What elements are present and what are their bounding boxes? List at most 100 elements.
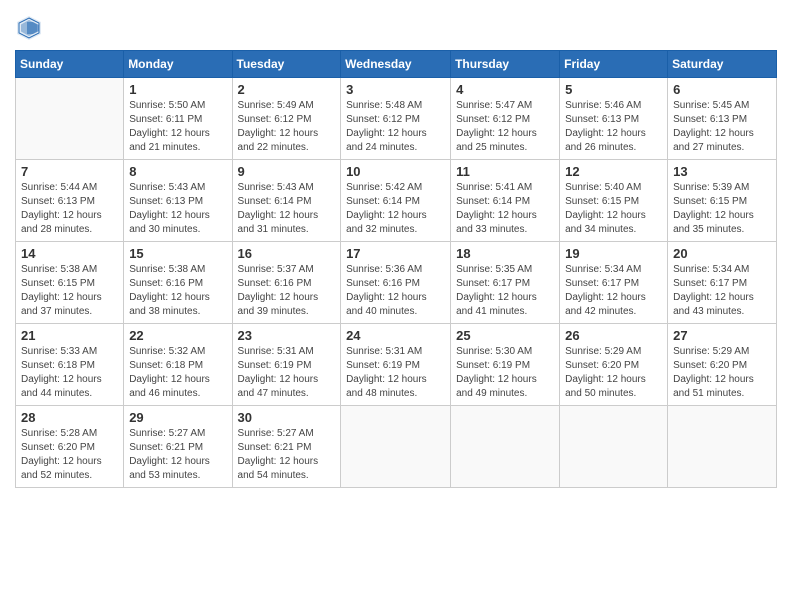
calendar-cell: 22Sunrise: 5:32 AMSunset: 6:18 PMDayligh… <box>124 324 232 406</box>
sunrise-text: Sunrise: 5:43 AM <box>129 181 226 195</box>
calendar-cell <box>341 406 451 488</box>
calendar-cell: 17Sunrise: 5:36 AMSunset: 6:16 PMDayligh… <box>341 242 451 324</box>
sunrise-text: Sunrise: 5:44 AM <box>21 181 118 195</box>
daylight-text: Daylight: 12 hours and 26 minutes. <box>565 127 662 155</box>
cell-info: Sunrise: 5:48 AMSunset: 6:12 PMDaylight:… <box>346 99 445 155</box>
sunrise-text: Sunrise: 5:42 AM <box>346 181 445 195</box>
sunrise-text: Sunrise: 5:45 AM <box>673 99 771 113</box>
daylight-text: Daylight: 12 hours and 33 minutes. <box>456 209 554 237</box>
calendar-cell: 5Sunrise: 5:46 AMSunset: 6:13 PMDaylight… <box>560 78 668 160</box>
day-number: 21 <box>21 328 118 343</box>
header-saturday: Saturday <box>668 51 777 78</box>
calendar: SundayMondayTuesdayWednesdayThursdayFrid… <box>15 50 777 488</box>
calendar-cell: 26 Sunrise: 5:29 AMSunset: 6:20 PMDayligh… <box>560 324 668 406</box>
daylight-text: Daylight: 12 hours and 35 minutes. <box>673 209 771 237</box>
sunset-text: Sunset: 6:17 PM <box>673 277 771 291</box>
day-number: 23 <box>238 328 336 343</box>
day-number: 5 <box>565 82 662 97</box>
daylight-text: Daylight: 12 hours and 54 minutes. <box>238 455 336 483</box>
sunset-text: Sunset: 6:15 PM <box>565 195 662 209</box>
day-number: 26 <box>565 328 662 343</box>
cell-info: Sunrise: 5:30 AMSunset: 6:19 PMDaylight:… <box>456 345 554 401</box>
calendar-cell: 28Sunrise: 5:28 AMSunset: 6:20 PMDayligh… <box>16 406 124 488</box>
day-number: 18 <box>456 246 554 261</box>
sunset-text: Sunset: 6:19 PM <box>456 359 554 373</box>
sunrise-text: Sunrise: 5:35 AM <box>456 263 554 277</box>
sunrise-text: Sunrise: 5:29 AM <box>565 345 662 359</box>
header-monday: Monday <box>124 51 232 78</box>
cell-info: Sunrise: 5:38 AMSunset: 6:16 PMDaylight:… <box>129 263 226 319</box>
daylight-text: Daylight: 12 hours and 49 minutes. <box>456 373 554 401</box>
calendar-cell: 4Sunrise: 5:47 AMSunset: 6:12 PMDaylight… <box>451 78 560 160</box>
daylight-text: Daylight: 12 hours and 39 minutes. <box>238 291 336 319</box>
calendar-cell <box>451 406 560 488</box>
sunset-text: Sunset: 6:12 PM <box>456 113 554 127</box>
daylight-text: Daylight: 12 hours and 27 minutes. <box>673 127 771 155</box>
daylight-text: Daylight: 12 hours and 51 minutes. <box>673 373 771 401</box>
day-number: 6 <box>673 82 771 97</box>
day-number: 12 <box>565 164 662 179</box>
sunrise-text: Sunrise: 5:30 AM <box>456 345 554 359</box>
cell-info: Sunrise: 5:31 AMSunset: 6:19 PMDaylight:… <box>346 345 445 401</box>
sunrise-text: Sunrise: 5:47 AM <box>456 99 554 113</box>
calendar-cell <box>668 406 777 488</box>
calendar-cell <box>16 78 124 160</box>
day-number: 29 <box>129 410 226 425</box>
daylight-text: Daylight: 12 hours and 30 minutes. <box>129 209 226 237</box>
daylight-text: Daylight: 12 hours and 37 minutes. <box>21 291 118 319</box>
sunrise-text: Sunrise: 5:34 AM <box>565 263 662 277</box>
calendar-cell: 14Sunrise: 5:38 AMSunset: 6:15 PMDayligh… <box>16 242 124 324</box>
cell-info: Sunrise: 5:50 AMSunset: 6:11 PMDaylight:… <box>129 99 226 155</box>
cell-info: Sunrise: 5:35 AMSunset: 6:17 PMDaylight:… <box>456 263 554 319</box>
calendar-cell: 2Sunrise: 5:49 AMSunset: 6:12 PMDaylight… <box>232 78 341 160</box>
sunset-text: Sunset: 6:13 PM <box>673 113 771 127</box>
sunset-text: Sunset: 6:14 PM <box>346 195 445 209</box>
sunrise-text: Sunrise: 5:34 AM <box>673 263 771 277</box>
sunset-text: Sunset: 6:12 PM <box>238 113 336 127</box>
calendar-cell: 19 Sunrise: 5:34 AMSunset: 6:17 PMDayligh… <box>560 242 668 324</box>
day-number: 17 <box>346 246 445 261</box>
sunset-text: Sunset: 6:17 PM <box>565 277 662 291</box>
cell-info: Sunrise: 5:32 AMSunset: 6:18 PMDaylight:… <box>129 345 226 401</box>
daylight-text: Daylight: 12 hours and 47 minutes. <box>238 373 336 401</box>
cell-info: Sunrise: 5:27 AMSunset: 6:21 PMDaylight:… <box>238 427 336 483</box>
cell-info: Sunrise: 5:40 AMSunset: 6:15 PMDaylight:… <box>565 181 662 237</box>
sunrise-text: Sunrise: 5:46 AM <box>565 99 662 113</box>
daylight-text: Daylight: 12 hours and 43 minutes. <box>673 291 771 319</box>
sunset-text: Sunset: 6:13 PM <box>21 195 118 209</box>
sunrise-text: Sunrise: 5:50 AM <box>129 99 226 113</box>
calendar-cell: 25Sunrise: 5:30 AMSunset: 6:19 PMDayligh… <box>451 324 560 406</box>
sunset-text: Sunset: 6:14 PM <box>456 195 554 209</box>
sunrise-text: Sunrise: 5:29 AM <box>673 345 771 359</box>
sunset-text: Sunset: 6:18 PM <box>21 359 118 373</box>
day-number: 7 <box>21 164 118 179</box>
sunset-text: Sunset: 6:20 PM <box>565 359 662 373</box>
daylight-text: Daylight: 12 hours and 28 minutes. <box>21 209 118 237</box>
daylight-text: Daylight: 12 hours and 22 minutes. <box>238 127 336 155</box>
cell-info: Sunrise: 5:34 AMSunset: 6:17 PMDaylight:… <box>673 263 771 319</box>
header-wednesday: Wednesday <box>341 51 451 78</box>
sunset-text: Sunset: 6:12 PM <box>346 113 445 127</box>
calendar-cell: 7 Sunrise: 5:44 AMSunset: 6:13 PMDaylight… <box>16 160 124 242</box>
calendar-cell: 18 Sunrise: 5:35 AMSunset: 6:17 PMDayligh… <box>451 242 560 324</box>
cell-info: Sunrise: 5:34 AMSunset: 6:17 PMDaylight:… <box>565 263 662 319</box>
daylight-text: Daylight: 12 hours and 53 minutes. <box>129 455 226 483</box>
header-sunday: Sunday <box>16 51 124 78</box>
sunrise-text: Sunrise: 5:28 AM <box>21 427 118 441</box>
calendar-cell: 13Sunrise: 5:39 AMSunset: 6:15 PMDayligh… <box>668 160 777 242</box>
day-number: 19 <box>565 246 662 261</box>
calendar-week-3: 14Sunrise: 5:38 AMSunset: 6:15 PMDayligh… <box>16 242 777 324</box>
daylight-text: Daylight: 12 hours and 25 minutes. <box>456 127 554 155</box>
daylight-text: Daylight: 12 hours and 38 minutes. <box>129 291 226 319</box>
day-number: 30 <box>238 410 336 425</box>
calendar-cell: 9Sunrise: 5:43 AMSunset: 6:14 PMDaylight… <box>232 160 341 242</box>
sunset-text: Sunset: 6:16 PM <box>238 277 336 291</box>
cell-info: Sunrise: 5:27 AMSunset: 6:21 PMDaylight:… <box>129 427 226 483</box>
sunrise-text: Sunrise: 5:41 AM <box>456 181 554 195</box>
calendar-cell: 20Sunrise: 5:34 AMSunset: 6:17 PMDayligh… <box>668 242 777 324</box>
sunset-text: Sunset: 6:15 PM <box>21 277 118 291</box>
sunset-text: Sunset: 6:15 PM <box>673 195 771 209</box>
daylight-text: Daylight: 12 hours and 50 minutes. <box>565 373 662 401</box>
day-number: 27 <box>673 328 771 343</box>
calendar-week-5: 28Sunrise: 5:28 AMSunset: 6:20 PMDayligh… <box>16 406 777 488</box>
